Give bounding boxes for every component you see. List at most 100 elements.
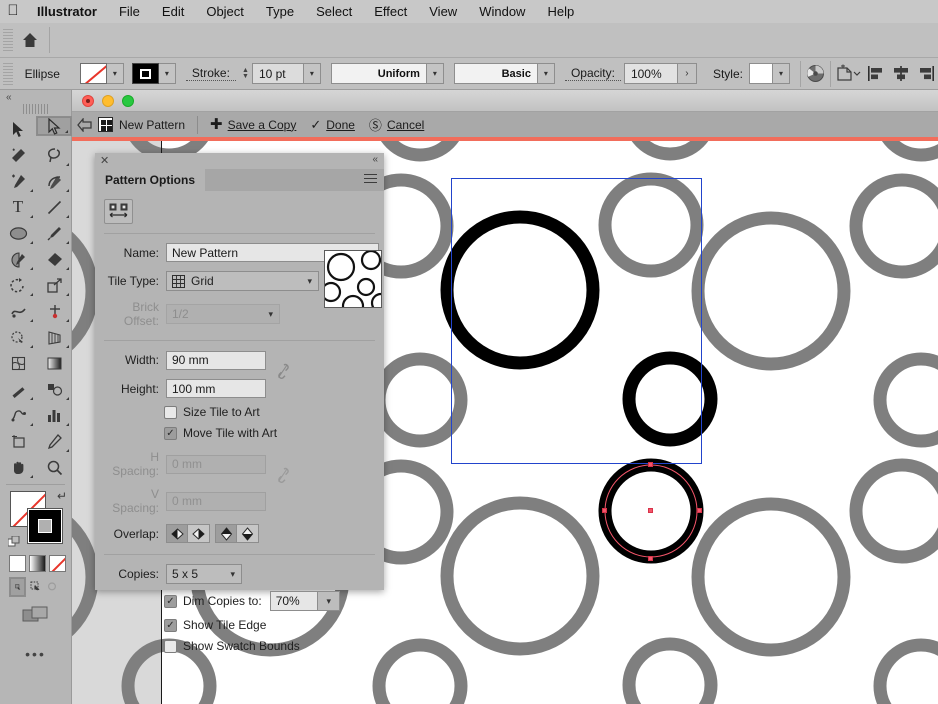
pattern-tile-edge[interactable] [451,178,702,464]
dim-copies-checkbox[interactable]: ✓ [164,594,177,608]
overlap-top-in-front-button[interactable] [215,524,237,543]
collapse-panel-icon[interactable]: « [372,154,378,165]
align-right-icon[interactable] [913,61,938,87]
show-tile-edge-row[interactable]: ✓ Show Tile Edge [0,618,384,632]
close-button[interactable] [82,94,94,107]
free-transform-tool[interactable] [36,298,72,324]
move-tile-with-art-row[interactable]: ✓ Move Tile with Art [0,426,384,440]
stroke-profile-chevron-down-icon[interactable]: ▾ [426,63,444,84]
swap-fill-stroke-icon[interactable]: ↵ [57,489,67,503]
menu-item-effect[interactable]: Effect [363,4,418,19]
pattern-circle-dim[interactable] [849,173,938,279]
tile-type-select[interactable]: Grid ▾ [166,271,319,291]
menu-item-view[interactable]: View [418,4,468,19]
magic-wand-tool[interactable] [0,142,36,168]
direct-selection-tool[interactable] [36,116,72,136]
fill-dropdown-chevron-down-icon[interactable]: ▾ [106,63,124,84]
stroke-color-swatch[interactable] [131,63,159,84]
mesh-tool[interactable] [0,350,36,376]
graphic-style-swatch[interactable] [748,63,773,84]
pattern-circle-dim[interactable] [873,638,938,704]
dim-copies-row[interactable]: ✓ Dim Copies to: 70% ▾ [0,591,384,611]
tile-height-input[interactable]: 100 mm [166,379,266,398]
overlap-bottom-in-front-button[interactable] [237,524,259,543]
pattern-circle-dim[interactable] [622,637,718,704]
ellipse-tool[interactable] [0,220,36,246]
gradient-tool[interactable] [36,350,72,376]
pattern-circle-dim[interactable] [372,638,468,704]
overlap-left-in-front-button[interactable] [166,524,188,543]
line-segment-tool[interactable] [36,194,72,220]
anchor-point[interactable] [648,556,653,561]
back-arrow-icon[interactable] [72,117,98,132]
pattern-circle-dim[interactable] [873,352,938,448]
anchor-point[interactable] [648,508,653,513]
menu-item-file[interactable]: File [108,4,151,19]
move-tile-with-art-checkbox[interactable]: ✓ [164,426,177,440]
fill-color-swatch[interactable] [79,63,107,84]
anchor-point[interactable] [602,508,607,513]
toolbar-grip[interactable] [3,29,13,51]
anchor-point[interactable] [697,508,702,513]
stroke-black-swatch[interactable] [27,508,63,544]
lasso-tool[interactable] [36,142,72,168]
tab-pattern-options[interactable]: Pattern Options [95,169,206,191]
width-tool[interactable] [0,298,36,324]
type-tool[interactable]: T [0,194,36,220]
pen-tool[interactable] [0,168,36,194]
blend-tool[interactable] [36,376,72,402]
color-swatch-button[interactable] [9,555,26,572]
hand-tool[interactable] [0,454,36,480]
cancel-button[interactable]: Ⓢ Cancel [369,115,424,134]
collapse-panel-icon[interactable]: « [0,90,71,104]
stroke-profile-select[interactable]: Uniform [330,63,427,84]
home-icon[interactable] [13,23,47,57]
align-center-icon[interactable] [888,61,913,87]
stroke-weight-label[interactable]: Stroke: [185,66,236,81]
pattern-circle-dim[interactable] [440,496,600,656]
pattern-circle-dim[interactable] [880,141,938,162]
panel-menu-icon[interactable] [364,174,377,186]
menu-item-select[interactable]: Select [305,4,363,19]
scale-tool[interactable] [36,272,72,298]
brush-definition-select[interactable]: Basic [453,63,538,84]
menu-item-edit[interactable]: Edit [151,4,195,19]
perspective-grid-tool[interactable] [36,324,72,350]
menu-app-name[interactable]: Illustrator [26,4,108,19]
copies-select[interactable]: 5 x 5 ▾ [166,564,242,584]
none-button[interactable] [49,555,66,572]
align-left-icon[interactable] [863,61,888,87]
shape-builder-tool[interactable] [0,324,36,350]
menu-item-help[interactable]: Help [536,4,585,19]
show-tile-edge-checkbox[interactable]: ✓ [164,618,177,632]
save-a-copy-button[interactable]: ✚ Save a Copy [210,117,296,132]
zoom-tool[interactable] [36,454,72,480]
overlap-right-in-front-button[interactable] [188,524,210,543]
stroke-weight-field[interactable]: 10 pt [251,63,304,84]
gradient-button[interactable] [29,555,46,572]
size-tile-to-art-checkbox[interactable] [164,405,177,419]
pattern-circle-dim[interactable] [691,497,851,657]
minimize-button[interactable] [102,94,114,107]
stroke-dropdown-chevron-down-icon[interactable]: ▾ [158,63,176,84]
opacity-options-arrow-icon[interactable]: › [677,63,697,84]
pattern-circle-dim[interactable] [121,638,217,704]
eraser-tool[interactable] [36,246,72,272]
curvature-tool[interactable] [36,168,72,194]
selection-tool[interactable] [0,116,36,142]
shaper-tool[interactable] [0,246,36,272]
stroke-weight-stepper[interactable]: ▲ ▼ [239,63,252,84]
show-swatch-bounds-checkbox[interactable] [164,639,177,653]
default-fill-stroke-icon[interactable] [7,535,21,549]
graphic-style-chevron-down-icon[interactable]: ▾ [772,63,790,84]
apple-logo-icon[interactable]:  [0,3,26,20]
eyedropper-tool[interactable] [0,376,36,402]
opacity-label[interactable]: Opacity: [564,66,621,81]
brush-definition-chevron-down-icon[interactable]: ▾ [537,63,555,84]
show-swatch-bounds-row[interactable]: Show Swatch Bounds [0,639,384,653]
dim-copies-chevron-down-icon[interactable]: ▾ [317,591,340,611]
zoom-button[interactable] [122,94,134,107]
tools-panel-grip[interactable] [22,104,49,114]
pattern-circle-dim[interactable] [379,141,461,162]
size-tile-to-art-row[interactable]: Size Tile to Art [0,405,384,419]
